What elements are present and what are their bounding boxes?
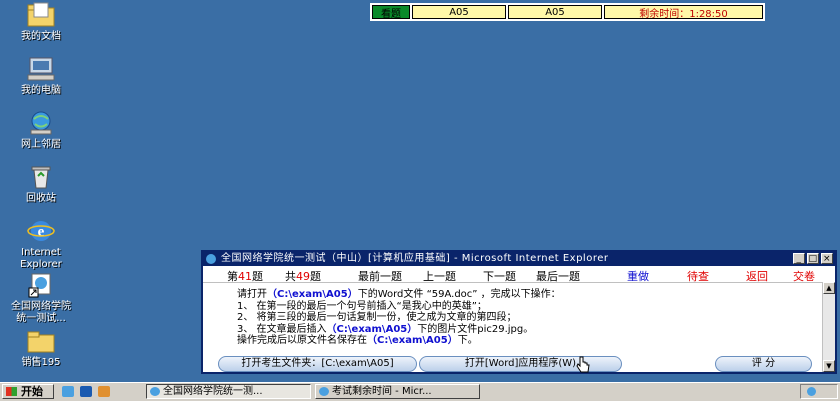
last-question-link[interactable]: 最后一题 <box>536 268 580 284</box>
desktop-icon-label: 网上邻居 <box>21 139 61 150</box>
system-tray[interactable] <box>800 384 838 399</box>
taskbar-task-timer[interactable]: 考试剩余时间 - Micr... <box>315 384 480 399</box>
desktop-icon-sales-folder[interactable]: 销售195 <box>4 328 78 369</box>
remaining-time: 剩余时间：1:28:50 <box>604 5 763 20</box>
exam-code-cell: A05 <box>412 5 506 19</box>
next-question-link[interactable]: 下一题 <box>483 268 516 284</box>
desktop-quicklaunch-icon[interactable] <box>80 386 92 397</box>
start-button[interactable]: 开始 <box>2 384 54 399</box>
desktop-icon-network[interactable]: 网上邻居 <box>4 110 78 151</box>
open-exam-folder-button[interactable]: 打开考生文件夹：[C:\exam\A05] <box>218 356 417 372</box>
media-quicklaunch-icon[interactable] <box>98 386 110 397</box>
tray-icon[interactable] <box>807 387 816 396</box>
instruction-line: 3、 在文章最后插入（C:\exam\A05）下的图片文件pic29.jpg。 <box>237 323 534 335</box>
window-title: 全国网络学院统一测试（中山）[计算机应用基础] - Microsoft Inte… <box>221 253 609 264</box>
desktop-icon-my-documents[interactable]: 我的文档 <box>4 2 78 43</box>
shortcut-icon <box>26 272 56 298</box>
taskbar: 开始 全国网络学院统一测... 考试剩余时间 - Micr... <box>0 382 840 401</box>
redo-link[interactable]: 重做 <box>627 268 649 284</box>
open-word-button[interactable]: 打开[Word]应用程序(W) <box>419 356 622 372</box>
vertical-scrollbar[interactable]: ▲ ▼ <box>822 282 835 372</box>
desktop-icon-label: 销售195 <box>21 357 61 368</box>
hand-cursor-icon <box>576 356 590 373</box>
question-instructions: 请打开（C:\exam\A05）下的Word文件 “59A.doc” ，完成以下… <box>237 289 561 347</box>
computer-icon <box>26 56 56 82</box>
desktop-icon-recycle-bin[interactable]: 回收站 <box>4 164 78 205</box>
instruction-line: 2、 将第三段的最后一句话复制一份，使之成为文章的第四段； <box>237 312 517 323</box>
current-question: 第41题 <box>227 270 263 283</box>
ie-quicklaunch-icon[interactable] <box>62 386 74 397</box>
internet-explorer-icon: e <box>26 218 56 244</box>
desktop-icon-internet-explorer[interactable]: e Internet Explorer <box>4 218 78 271</box>
exam-status-bar: 看题 A05 A05 剩余时间：1:28:50 <box>370 3 765 21</box>
submit-exam-link[interactable]: 交卷 <box>793 268 815 284</box>
maximize-button[interactable]: □ <box>807 253 819 264</box>
ie-icon <box>206 254 216 264</box>
first-question-link[interactable]: 最前一题 <box>358 268 402 284</box>
exam-code-cell-2: A05 <box>508 5 602 19</box>
network-icon <box>26 110 56 136</box>
back-link[interactable]: 返回 <box>746 268 768 284</box>
folder-documents-icon <box>26 2 56 28</box>
score-button[interactable]: 评 分 <box>715 356 812 372</box>
total-questions: 共49题 <box>285 270 321 283</box>
start-label: 开始 <box>21 385 43 398</box>
desktop-icon-label: 全国网络学院 统一测试... <box>11 301 71 324</box>
instruction-line: 操作完成后以原文件名保存在（C:\exam\A05）下。 <box>237 335 478 346</box>
window-title-bar[interactable]: 全国网络学院统一测试（中山）[计算机应用基础] - Microsoft Inte… <box>203 252 835 266</box>
ie-window: 全国网络学院统一测试（中山）[计算机应用基础] - Microsoft Inte… <box>201 250 837 374</box>
close-button[interactable]: × <box>821 253 833 264</box>
folder-icon <box>26 328 56 354</box>
question-nav-bar: 第41题 共49题 最前一题 上一题 下一题 最后一题 重做 待查 返回 交卷 <box>203 266 835 283</box>
view-question-button[interactable]: 看题 <box>372 5 410 20</box>
ie-icon <box>319 387 329 396</box>
task-label: 全国网络学院统一测... <box>163 386 263 397</box>
desktop-icon-label: 我的文档 <box>21 31 61 42</box>
instruction-line: 1、 在第一段的最后一个句号前插入“是我心中的英雄”； <box>237 300 487 312</box>
scroll-up-arrow-icon[interactable]: ▲ <box>823 282 835 294</box>
instruction-line: 请打开（C:\exam\A05）下的Word文件 “59A.doc” ，完成以下… <box>237 289 561 300</box>
task-label: 考试剩余时间 - Micr... <box>332 386 432 397</box>
taskbar-task-exam[interactable]: 全国网络学院统一测... <box>146 384 311 399</box>
minimize-button[interactable]: _ <box>793 253 805 264</box>
recycle-bin-icon <box>26 164 56 190</box>
ie-icon <box>150 387 160 396</box>
desktop-icon-label: 回收站 <box>26 193 56 204</box>
prev-question-link[interactable]: 上一题 <box>423 268 456 284</box>
desktop-icon-label: 我的电脑 <box>21 85 61 96</box>
desktop-icon-exam-shortcut[interactable]: 全国网络学院 统一测试... <box>4 272 78 325</box>
scroll-down-arrow-icon[interactable]: ▼ <box>823 360 835 372</box>
pending-review-link[interactable]: 待查 <box>687 268 709 284</box>
desktop-icon-label: Internet Explorer <box>20 247 62 270</box>
windows-logo-icon <box>6 387 17 396</box>
desktop-icon-my-computer[interactable]: 我的电脑 <box>4 56 78 97</box>
